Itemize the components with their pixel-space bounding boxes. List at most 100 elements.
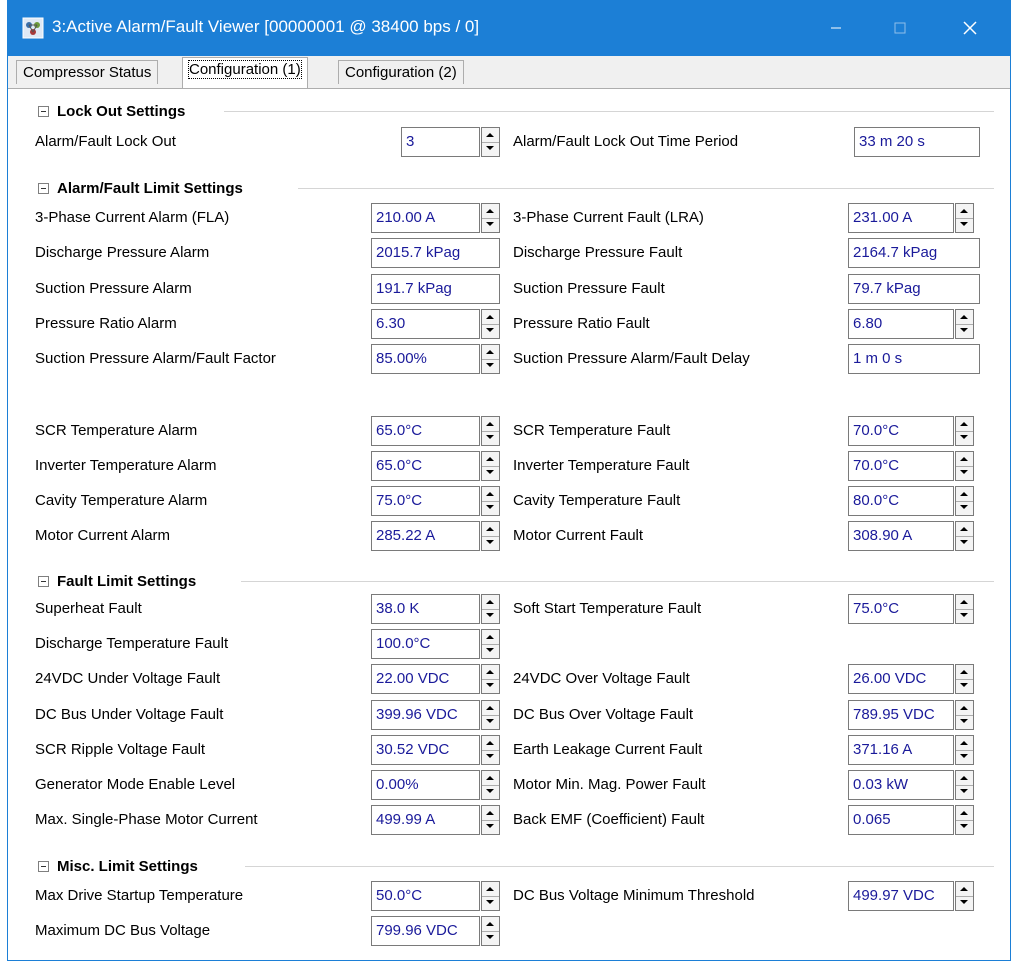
- spin-down-icon[interactable]: [956, 785, 973, 799]
- spin-up-icon[interactable]: [482, 882, 499, 897]
- spin-down-icon[interactable]: [482, 142, 499, 156]
- collapse-icon[interactable]: [38, 575, 49, 587]
- spin-up-icon[interactable]: [482, 917, 499, 932]
- spin-down-icon[interactable]: [956, 431, 973, 445]
- spin-up-icon[interactable]: [482, 771, 499, 786]
- spin-down-icon[interactable]: [482, 609, 499, 623]
- discharge-temp-fault-input[interactable]: 100.0°C: [371, 629, 480, 659]
- spin-up-icon[interactable]: [482, 522, 499, 537]
- dc-bus-under-voltage-input[interactable]: 399.96 VDC: [371, 700, 480, 730]
- tab-compressor-status[interactable]: Compressor Status: [16, 60, 159, 84]
- spin-down-icon[interactable]: [956, 501, 973, 515]
- 3phase-current-fault-spinner[interactable]: [955, 203, 974, 233]
- spin-up-icon[interactable]: [956, 736, 973, 751]
- tab-configuration-1[interactable]: Configuration (1): [182, 57, 308, 88]
- 24vdc-over-voltage-spinner[interactable]: [955, 664, 974, 694]
- spin-down-icon[interactable]: [482, 536, 499, 550]
- max-dc-bus-voltage-input[interactable]: 799.96 VDC: [371, 916, 480, 946]
- 3phase-current-fault-input[interactable]: 231.00 A: [848, 203, 954, 233]
- suction-delay-input[interactable]: 1 m 0 s: [848, 344, 980, 374]
- suction-factor-spinner[interactable]: [481, 344, 500, 374]
- spin-up-icon[interactable]: [956, 522, 973, 537]
- motor-current-alarm-spinner[interactable]: [481, 521, 500, 551]
- superheat-fault-spinner[interactable]: [481, 594, 500, 624]
- spin-down-icon[interactable]: [482, 715, 499, 729]
- spin-up-icon[interactable]: [482, 630, 499, 645]
- collapse-icon[interactable]: [38, 105, 49, 117]
- max-single-phase-current-input[interactable]: 499.99 A: [371, 805, 480, 835]
- dc-bus-voltage-min-threshold-input[interactable]: 499.97 VDC: [848, 881, 954, 911]
- pressure-ratio-fault-input[interactable]: 6.80: [848, 309, 954, 339]
- spin-up-icon[interactable]: [482, 701, 499, 716]
- spin-down-icon[interactable]: [956, 679, 973, 693]
- dc-bus-over-voltage-input[interactable]: 789.95 VDC: [848, 700, 954, 730]
- cavity-temp-fault-input[interactable]: 80.0°C: [848, 486, 954, 516]
- suction-pressure-fault-input[interactable]: 79.7 kPag: [848, 274, 980, 304]
- spin-up-icon[interactable]: [482, 806, 499, 821]
- spin-down-icon[interactable]: [956, 536, 973, 550]
- back-emf-fault-input[interactable]: 0.065: [848, 805, 954, 835]
- spin-up-icon[interactable]: [956, 595, 973, 610]
- motor-current-alarm-input[interactable]: 285.22 A: [371, 521, 480, 551]
- pressure-ratio-fault-spinner[interactable]: [955, 309, 974, 339]
- soft-start-temp-fault-spinner[interactable]: [955, 594, 974, 624]
- spin-down-icon[interactable]: [482, 750, 499, 764]
- motor-current-fault-spinner[interactable]: [955, 521, 974, 551]
- scr-temp-fault-input[interactable]: 70.0°C: [848, 416, 954, 446]
- scr-ripple-voltage-spinner[interactable]: [481, 735, 500, 765]
- scr-temp-alarm-spinner[interactable]: [481, 416, 500, 446]
- discharge-pressure-fault-input[interactable]: 2164.7 kPag: [848, 238, 980, 268]
- spin-down-icon[interactable]: [482, 218, 499, 232]
- max-drive-startup-temp-input[interactable]: 50.0°C: [371, 881, 480, 911]
- spin-down-icon[interactable]: [956, 820, 973, 834]
- alarm-fault-lock-out-input[interactable]: 3: [401, 127, 480, 157]
- motor-current-fault-input[interactable]: 308.90 A: [848, 521, 954, 551]
- 3phase-current-alarm-spinner[interactable]: [481, 203, 500, 233]
- spin-down-icon[interactable]: [482, 931, 499, 945]
- spin-up-icon[interactable]: [956, 882, 973, 897]
- motor-min-mag-power-spinner[interactable]: [955, 770, 974, 800]
- spin-down-icon[interactable]: [482, 820, 499, 834]
- superheat-fault-input[interactable]: 38.0 K: [371, 594, 480, 624]
- scr-temp-alarm-input[interactable]: 65.0°C: [371, 416, 480, 446]
- spin-up-icon[interactable]: [482, 128, 499, 143]
- suction-factor-input[interactable]: 85.00%: [371, 344, 480, 374]
- spin-up-icon[interactable]: [956, 701, 973, 716]
- spin-up-icon[interactable]: [956, 771, 973, 786]
- motor-min-mag-power-input[interactable]: 0.03 kW: [848, 770, 954, 800]
- close-button[interactable]: [946, 0, 994, 56]
- back-emf-fault-spinner[interactable]: [955, 805, 974, 835]
- spin-up-icon[interactable]: [482, 310, 499, 325]
- inverter-temp-fault-input[interactable]: 70.0°C: [848, 451, 954, 481]
- 24vdc-over-voltage-input[interactable]: 26.00 VDC: [848, 664, 954, 694]
- 24vdc-under-voltage-input[interactable]: 22.00 VDC: [371, 664, 480, 694]
- pressure-ratio-alarm-input[interactable]: 6.30: [371, 309, 480, 339]
- spin-up-icon[interactable]: [482, 595, 499, 610]
- spin-down-icon[interactable]: [482, 359, 499, 373]
- earth-leakage-current-input[interactable]: 371.16 A: [848, 735, 954, 765]
- collapse-icon[interactable]: [38, 860, 49, 872]
- dc-bus-under-voltage-spinner[interactable]: [481, 700, 500, 730]
- discharge-temp-fault-spinner[interactable]: [481, 629, 500, 659]
- spin-up-icon[interactable]: [956, 487, 973, 502]
- tab-configuration-2[interactable]: Configuration (2): [338, 60, 464, 84]
- spin-up-icon[interactable]: [482, 417, 499, 432]
- cavity-temp-fault-spinner[interactable]: [955, 486, 974, 516]
- cavity-temp-alarm-input[interactable]: 75.0°C: [371, 486, 480, 516]
- spin-down-icon[interactable]: [482, 324, 499, 338]
- spin-up-icon[interactable]: [956, 806, 973, 821]
- earth-leakage-current-spinner[interactable]: [955, 735, 974, 765]
- spin-down-icon[interactable]: [482, 679, 499, 693]
- spin-down-icon[interactable]: [956, 324, 973, 338]
- spin-down-icon[interactable]: [482, 644, 499, 658]
- spin-up-icon[interactable]: [956, 417, 973, 432]
- maximize-button[interactable]: [876, 0, 924, 56]
- scr-ripple-voltage-input[interactable]: 30.52 VDC: [371, 735, 480, 765]
- dc-bus-over-voltage-spinner[interactable]: [955, 700, 974, 730]
- cavity-temp-alarm-spinner[interactable]: [481, 486, 500, 516]
- spin-down-icon[interactable]: [482, 896, 499, 910]
- minimize-button[interactable]: [812, 0, 860, 56]
- scr-temp-fault-spinner[interactable]: [955, 416, 974, 446]
- inverter-temp-alarm-spinner[interactable]: [481, 451, 500, 481]
- spin-up-icon[interactable]: [956, 452, 973, 467]
